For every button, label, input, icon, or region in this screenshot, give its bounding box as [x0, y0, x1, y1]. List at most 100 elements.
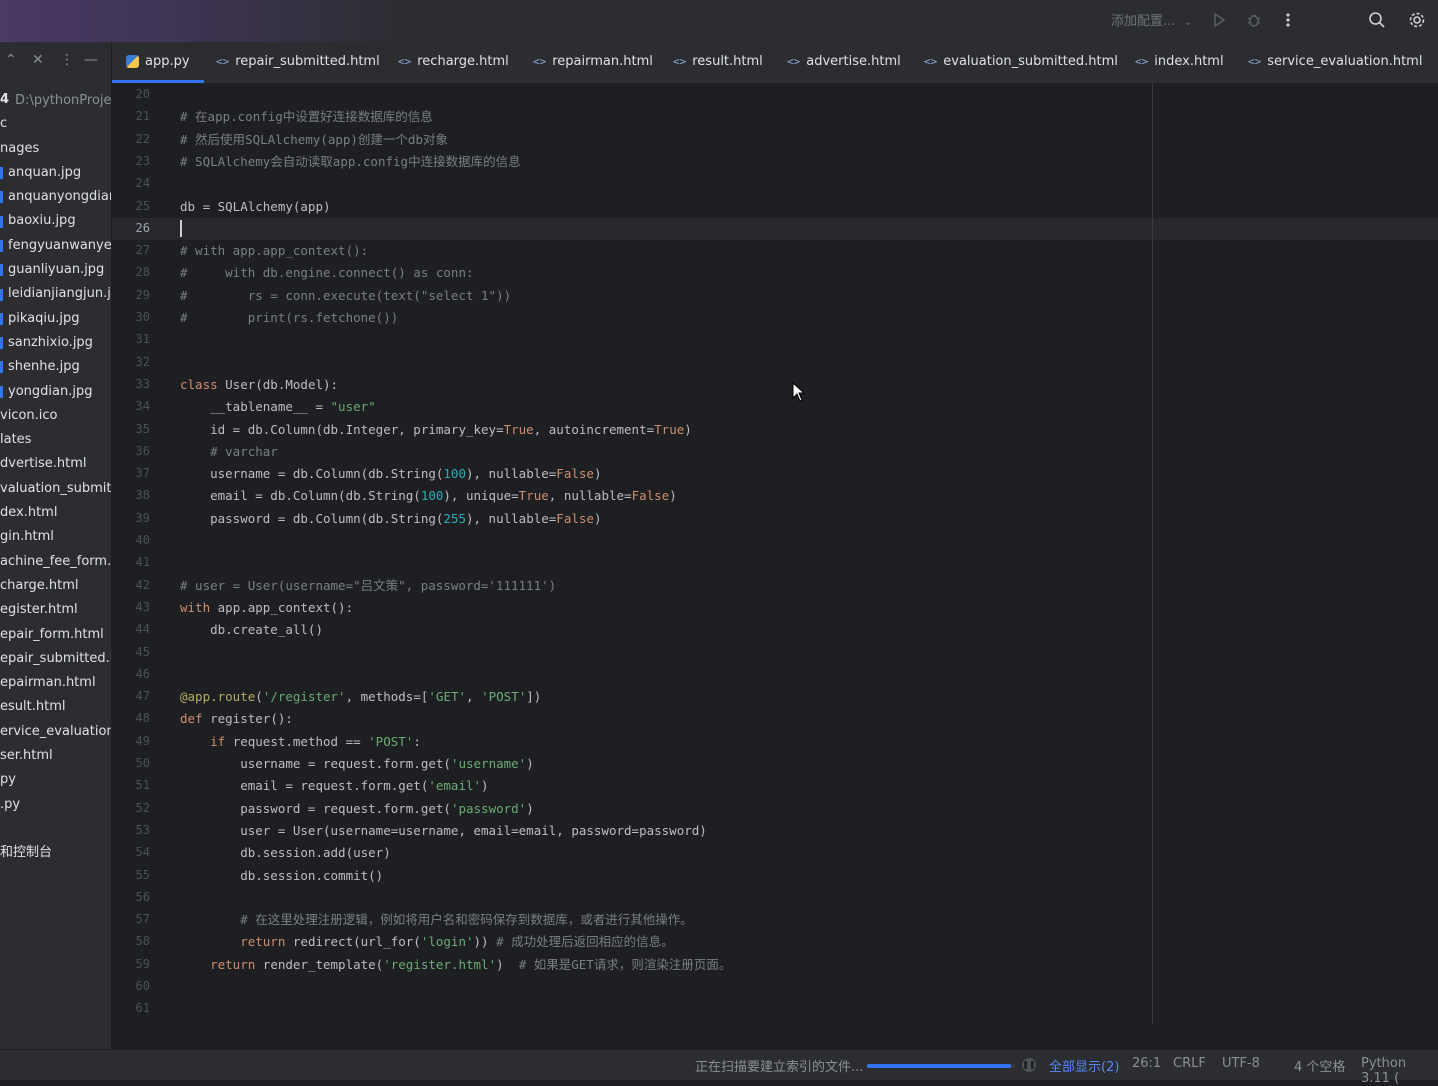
tree-item[interactable]: yongdian.jpg: [0, 380, 111, 404]
tree-item[interactable]: epair_form.html: [0, 623, 111, 647]
tree-item[interactable]: valuation_submitte: [0, 477, 111, 501]
tab-repair-submitted-html[interactable]: <>repair_submitted.html: [216, 42, 380, 83]
line-number: 55: [136, 868, 150, 882]
caret-position[interactable]: 26:1: [1132, 1056, 1161, 1071]
line-separator[interactable]: CRLF: [1173, 1056, 1206, 1071]
tree-item-label: charge.html: [0, 578, 78, 593]
tab-service-evaluation-html[interactable]: <>service_evaluation.html: [1248, 42, 1422, 83]
show-all-link[interactable]: 全部显示(2): [1049, 1056, 1119, 1075]
tab-label: result.html: [692, 54, 763, 69]
tab-label: advertise.html: [806, 54, 900, 69]
code-line: password = request.form.get('password'): [180, 800, 534, 818]
tree-item-label: nages: [0, 141, 39, 156]
tree-item[interactable]: fengyuanwanye.j: [0, 234, 111, 258]
tree-item[interactable]: anquanyongdian: [0, 185, 111, 209]
tree-item[interactable]: gin.html: [0, 525, 111, 549]
hide-icon[interactable]: —: [84, 52, 98, 68]
code-line: password = db.Column(db.String(255), nul…: [180, 510, 601, 528]
tree-item[interactable]: epair_submitted.htm: [0, 647, 111, 671]
tab-advertise-html[interactable]: <>advertise.html: [787, 42, 901, 83]
tree-item[interactable]: dex.html: [0, 501, 111, 525]
tree-item[interactable]: .py: [0, 793, 111, 817]
expand-icon[interactable]: ⌃: [5, 52, 17, 68]
pause-icon[interactable]: ❚❚: [1022, 1058, 1036, 1072]
tree-item[interactable]: leidianjiangjun.jp: [0, 282, 111, 306]
code-line: if request.method == 'POST':: [180, 733, 421, 751]
code-token: app.app_context():: [218, 600, 353, 615]
line-number: 50: [136, 756, 150, 770]
tree-item[interactable]: pikaqiu.jpg: [0, 307, 111, 331]
tree-item[interactable]: charge.html: [0, 574, 111, 598]
tree-item[interactable]: nages: [0, 137, 111, 161]
tree-item-label: achine_fee_form.h: [0, 554, 111, 569]
tree-item-label: egister.html: [0, 602, 78, 617]
line-number: 49: [136, 734, 150, 748]
options-icon[interactable]: ⋮: [60, 52, 74, 68]
collapse-icon[interactable]: ✕: [32, 52, 44, 68]
tree-item[interactable]: epairman.html: [0, 671, 111, 695]
code-token: # with app.app_context():: [180, 243, 368, 258]
tree-item[interactable]: esult.html: [0, 695, 111, 719]
tree-item[interactable]: ser.html: [0, 744, 111, 768]
more-icon[interactable]: [1277, 9, 1299, 31]
line-number: 52: [136, 801, 150, 815]
tree-item[interactable]: baoxiu.jpg: [0, 209, 111, 233]
code-line: # varchar: [180, 443, 278, 461]
line-number: 57: [136, 912, 150, 926]
file-encoding[interactable]: UTF-8: [1222, 1056, 1260, 1071]
python-interpreter[interactable]: Python 3.11 (: [1361, 1056, 1438, 1086]
tree-item[interactable]: py: [0, 768, 111, 792]
code-token: # 在app.config中设置好连接数据库的信息: [180, 109, 433, 124]
code-token: ): [684, 422, 692, 437]
indent-setting[interactable]: 4 个空格: [1294, 1056, 1345, 1075]
code-token: return: [180, 957, 263, 972]
tree-item[interactable]: achine_fee_form.h: [0, 550, 111, 574]
tree-item-label: epair_submitted.htm: [0, 651, 111, 666]
tree-item[interactable]: egister.html: [0, 598, 111, 622]
tab-label: evaluation_submitted.html: [943, 54, 1118, 69]
indexing-progress-fill: [867, 1064, 1011, 1068]
line-number: 46: [136, 667, 150, 681]
tree-item[interactable]: 4D:\pythonProjec: [0, 88, 111, 112]
line-number: 48: [136, 711, 150, 725]
search-icon[interactable]: [1366, 9, 1388, 31]
tree-item[interactable]: guanliyuan.jpg: [0, 258, 111, 282]
run-configuration-dropdown[interactable]: 添加配置... ⌄: [1111, 10, 1192, 29]
code-token: ): [526, 756, 534, 771]
code-line: db = SQLAlchemy(app): [180, 198, 331, 216]
tab-label: index.html: [1154, 54, 1223, 69]
code-token: # rs = conn.execute(text("select 1")): [180, 288, 511, 303]
tab-recharge-html[interactable]: <>recharge.html: [398, 42, 509, 83]
tab-evaluation-submitted-html[interactable]: <>evaluation_submitted.html: [924, 42, 1118, 83]
tree-item[interactable]: c: [0, 112, 111, 136]
tab-app-py[interactable]: app.py: [126, 42, 190, 83]
line-number: 42: [136, 578, 150, 592]
code-token: "user": [331, 399, 376, 414]
code-token: # SQLAlchemy会自动读取app.config中连接数据库的信息: [180, 154, 521, 169]
code-token: # 成功处理后返回相应的信息。: [489, 934, 674, 949]
code-token: ,: [466, 689, 481, 704]
image-file-icon: [0, 313, 3, 325]
tab-label: recharge.html: [417, 54, 509, 69]
settings-icon[interactable]: [1406, 9, 1428, 31]
tab-result-html[interactable]: <>result.html: [673, 42, 763, 83]
code-line: . . .: [180, 1023, 270, 1024]
code-line: class User(db.Model):: [180, 376, 338, 394]
code-editor[interactable]: 2021222324252627282930313233343536373839…: [112, 84, 1438, 1024]
tree-item[interactable]: sanzhixio.jpg: [0, 331, 111, 355]
tree-item[interactable]: lates: [0, 428, 111, 452]
tree-item[interactable]: anquan.jpg: [0, 161, 111, 185]
tab-repairman-html[interactable]: <>repairman.html: [533, 42, 653, 83]
code-token: db = SQLAlchemy(app): [180, 199, 331, 214]
tree-item[interactable]: dvertise.html: [0, 452, 111, 476]
tree-item[interactable]: vicon.ico: [0, 404, 111, 428]
code-token: 'username': [451, 756, 526, 771]
tree-item[interactable]: 和控制台: [0, 841, 111, 865]
debug-icon[interactable]: [1243, 9, 1265, 31]
tree-item[interactable]: shenhe.jpg: [0, 355, 111, 379]
tab-index-html[interactable]: <>index.html: [1135, 42, 1224, 83]
run-icon[interactable]: [1208, 9, 1230, 31]
line-number: 41: [136, 555, 150, 569]
tree-item[interactable]: ervice_evaluation.h: [0, 720, 111, 744]
tree-item[interactable]: [0, 817, 111, 841]
